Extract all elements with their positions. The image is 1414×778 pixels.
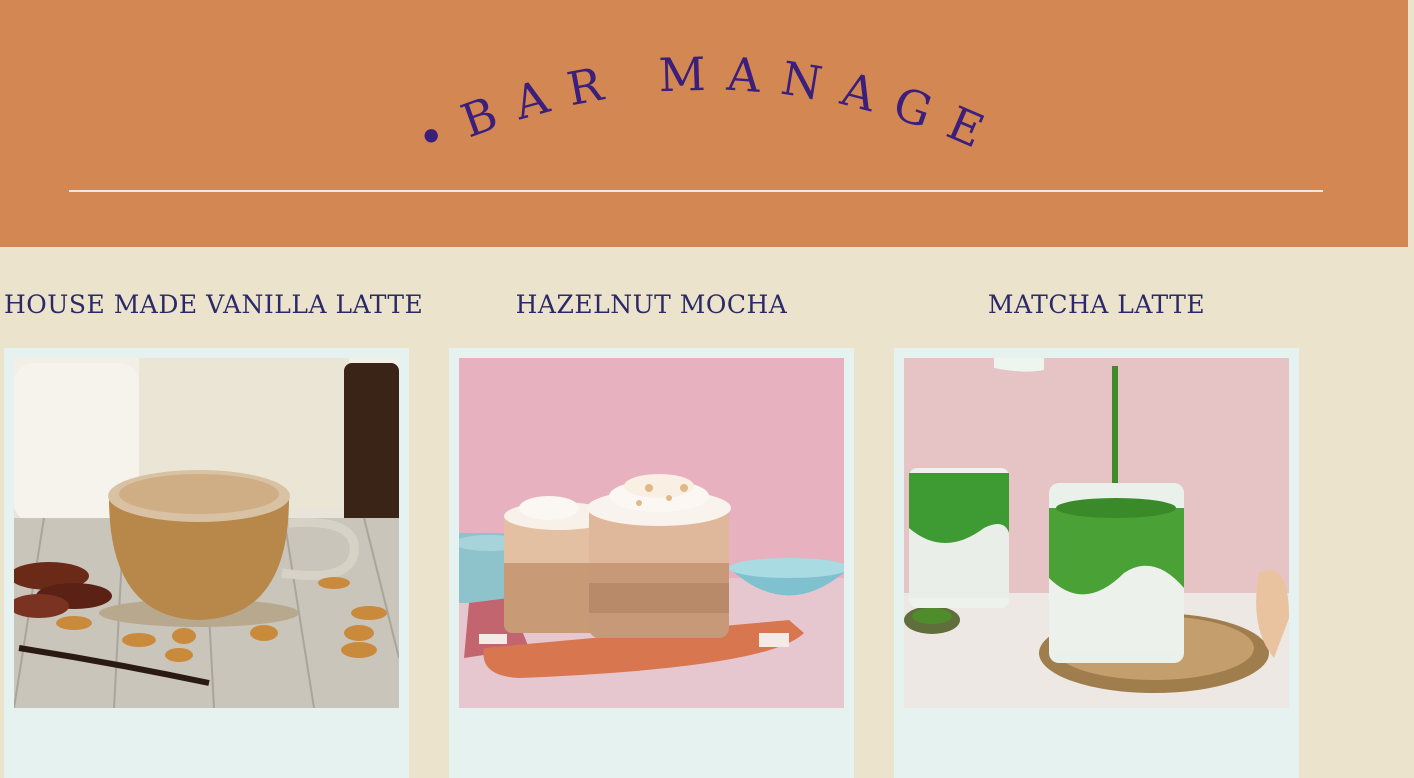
matcha-latte-photo[interactable] [904,358,1289,708]
drink-title-vanilla-latte[interactable]: HOUSE MADE VANILLA LATTE [4,290,423,319]
header-divider [69,190,1323,192]
site-logo-title[interactable]: A•BAR MANAGER [380,20,1040,170]
drink-title-matcha-latte[interactable]: MATCHA LATTE [894,290,1299,319]
site-header: A•BAR MANAGER [0,0,1408,247]
vanilla-latte-photo[interactable] [14,358,399,708]
hazelnut-mocha-photo[interactable] [459,358,844,708]
drink-card-matcha-latte[interactable] [894,348,1299,778]
drink-card-hazelnut-mocha[interactable] [449,348,854,778]
drink-card-vanilla-latte[interactable] [4,348,409,778]
site-title-text: A•BAR MANAGER [380,20,1010,167]
drink-title-hazelnut-mocha[interactable]: HAZELNUT MOCHA [449,290,854,319]
